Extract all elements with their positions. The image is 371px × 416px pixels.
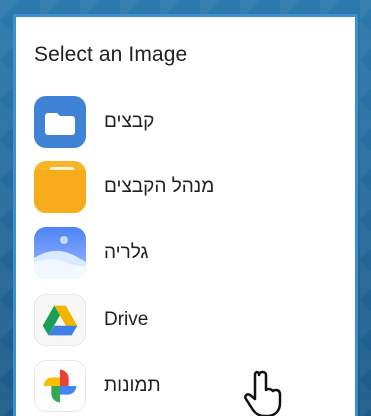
google-photos-icon xyxy=(34,360,86,412)
picker-item-label: Drive xyxy=(104,309,149,330)
picker-item-label: מנהל הקבצים xyxy=(104,176,215,197)
picker-item-drive[interactable]: Drive xyxy=(34,291,344,349)
dialog-title: Select an Image xyxy=(34,43,188,66)
picker-item-files[interactable]: קבצים xyxy=(34,93,344,151)
hand-cursor-icon xyxy=(242,368,284,416)
picker-item-label: קבצים xyxy=(104,111,155,132)
gallery-icon xyxy=(34,227,86,279)
picker-item-label: תמונות xyxy=(104,375,161,396)
file-manager-icon xyxy=(34,161,86,213)
picker-item-label: גלריה xyxy=(104,242,149,263)
picker-item-gallery[interactable]: גלריה xyxy=(34,224,344,282)
folder-icon xyxy=(34,96,86,148)
picker-item-photos[interactable]: תמונות xyxy=(34,357,344,415)
google-drive-icon xyxy=(34,294,86,346)
picker-item-file-manager[interactable]: מנהל הקבצים xyxy=(34,158,344,216)
select-image-dialog: Select an Image קבצים מנהל הקבצים גלריה xyxy=(13,14,358,416)
